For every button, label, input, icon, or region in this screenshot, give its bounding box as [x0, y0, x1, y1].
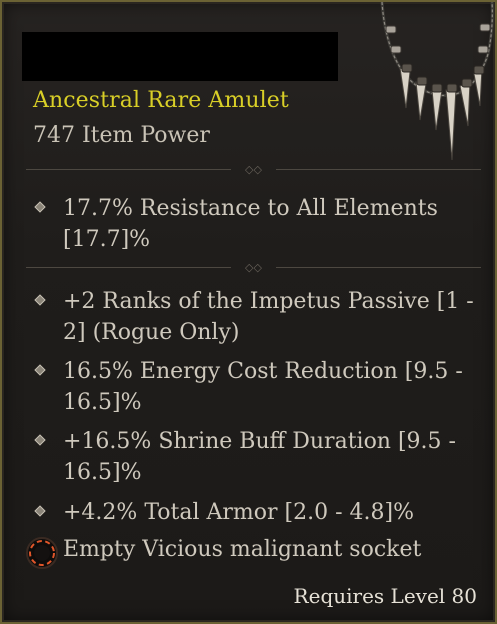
fang-necklace-icon: [380, 2, 494, 161]
item-type-line: Ancestral Rare Amulet: [33, 88, 289, 113]
affix-line: +4.2% Total Armor [2.0 - 4.8]%: [34, 497, 476, 528]
affix-bullet-icon: [34, 434, 46, 446]
redacted-item-name: [22, 32, 338, 81]
socket-label: Empty Vicious malignant socket: [63, 537, 422, 562]
affix-line: +2 Ranks of the Impetus Passive [1 - 2] …: [34, 286, 476, 348]
affix-text-line-2: 16.5]%: [63, 390, 142, 415]
level-requirement: Requires Level 80: [293, 584, 477, 608]
affix-text-line-1: 17.7% Resistance to All Elements: [63, 196, 438, 221]
affix-line: 16.5% Energy Cost Reduction [9.5 - 16.5]…: [34, 356, 476, 418]
affix-text-line-2: [17.7]%: [63, 227, 151, 252]
section-divider: ◇◇: [26, 261, 481, 275]
affix-bullet-icon: [34, 505, 46, 517]
affix-text-line-1: +16.5% Shrine Buff Duration [9.5 -: [63, 429, 456, 454]
implicit-affix: 17.7% Resistance to All Elements [17.7]%: [34, 193, 476, 255]
item-tooltip: Ancestral Rare Amulet 747 Item Power ◇◇ …: [0, 0, 497, 624]
section-divider: ◇◇: [26, 163, 481, 177]
item-power: 747 Item Power: [33, 123, 210, 148]
affix-bullet-icon: [34, 294, 46, 306]
affix-bullet-icon: [34, 201, 46, 213]
affix-bullet-icon: [34, 364, 46, 376]
affix-text-line-1: +4.2% Total Armor [2.0 - 4.8]%: [63, 500, 415, 525]
affix-text-line-1: 16.5% Energy Cost Reduction [9.5 -: [63, 359, 463, 384]
affix-text-line-2: 16.5]%: [63, 460, 142, 485]
affix-line: +16.5% Shrine Buff Duration [9.5 - 16.5]…: [34, 426, 476, 488]
affix-text-line-1: +2 Ranks of the Impetus Passive [1 -: [63, 289, 474, 314]
affix-text-line-2: 2] (Rogue Only): [63, 320, 240, 345]
malignant-socket-icon: [26, 537, 58, 569]
